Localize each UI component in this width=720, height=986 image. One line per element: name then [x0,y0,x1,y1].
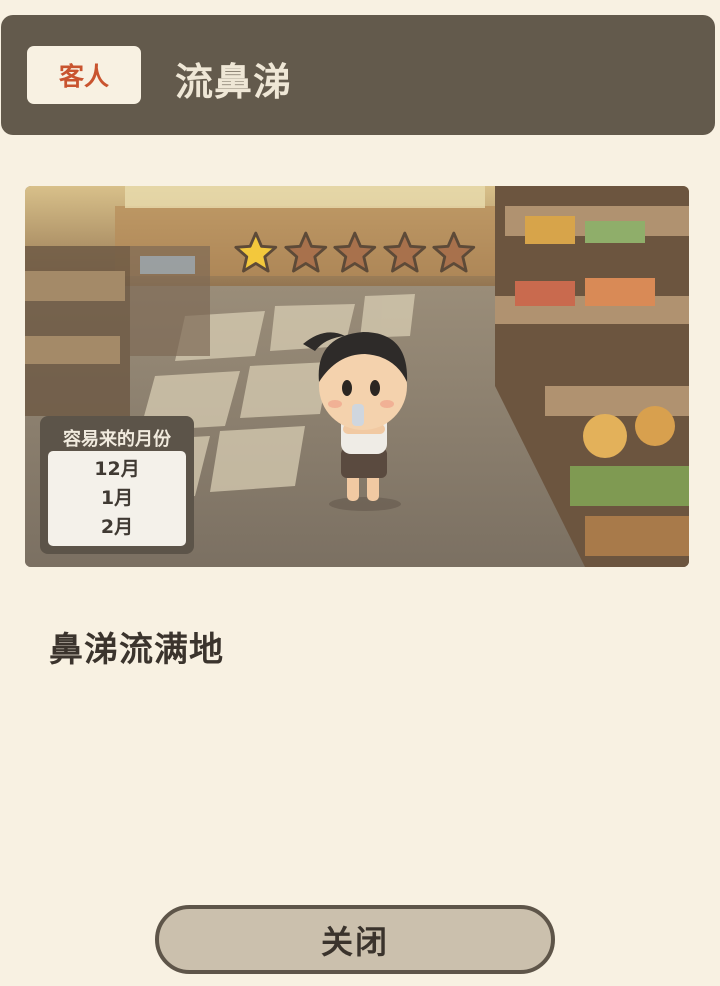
month-item: 1月 [100,487,134,509]
close-button[interactable]: 关闭 [155,905,555,974]
difficulty-rating [233,230,477,278]
visit-months-panel: 容易来的月份 12月 1月 2月 [40,416,194,554]
month-item: 2月 [100,516,134,538]
visit-months-list: 12月 1月 2月 [48,451,186,546]
header-bar: 客人 流鼻涕 [1,15,715,135]
month-item: 12月 [94,458,140,480]
star-icon-filled [234,231,278,273]
star-icon-empty [432,231,476,273]
star-icon-empty [284,231,327,273]
customer-name: 流鼻涕 [175,60,293,104]
category-tag: 客人 [27,46,141,104]
star-icon-empty [383,231,426,273]
star-icon-empty [333,231,377,273]
customer-description: 鼻涕流满地 [49,630,224,670]
visit-months-title: 容易来的月份 [63,429,171,450]
